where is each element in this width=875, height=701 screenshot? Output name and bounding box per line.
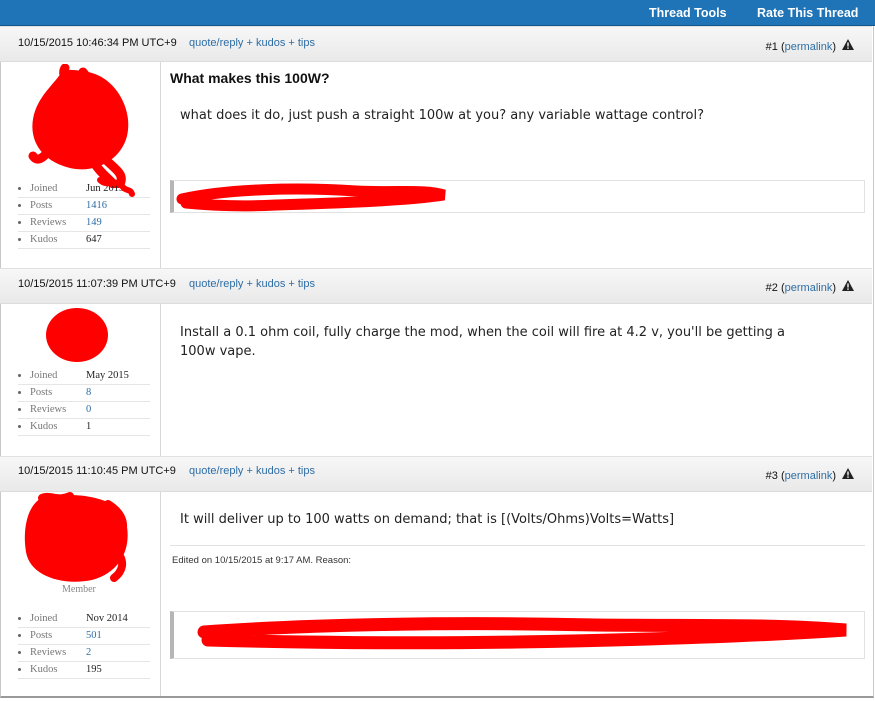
edited-note: Edited on 10/15/2015 at 9:17 AM. Reason: — [172, 555, 352, 566]
signature-box — [170, 180, 865, 213]
stat-label: Kudos — [30, 421, 58, 432]
stat-value-link[interactable]: 0 — [86, 404, 91, 415]
stat-label: Kudos — [30, 234, 58, 245]
permalink-link[interactable]: permalink — [785, 282, 833, 294]
stat-label: Reviews — [30, 217, 67, 228]
stat-value: Nov 2014 — [86, 613, 128, 624]
post-sidebar-divider — [160, 492, 161, 696]
stat-label: Joined — [30, 370, 58, 381]
stat-kudos: Kudos 1 — [18, 419, 150, 436]
rate-thread-button[interactable]: Rate This Thread — [757, 0, 858, 26]
stat-label: Posts — [30, 630, 53, 641]
stat-label: Joined — [30, 183, 58, 194]
report-warning-icon[interactable] — [842, 280, 854, 291]
report-warning-icon[interactable] — [842, 39, 854, 50]
user-stats: Joined Nov 2014 Posts 501 Reviews 2 Kudos 19… — [18, 611, 150, 679]
post-body: It will deliver up to 100 watts on deman… — [180, 512, 675, 527]
avatar[interactable] — [25, 64, 135, 188]
post-date: 10/15/2015 10:46:34 PM UTC+9 — [18, 37, 177, 49]
thread-toolbar: Thread Tools Rate This Thread — [0, 0, 875, 26]
post-sidebar-divider — [160, 304, 161, 456]
post-body: what does it do, just push a straight 10… — [180, 108, 704, 123]
post-body-line: Install a 0.1 ohm coil, fully charge the… — [180, 325, 786, 340]
stat-reviews: Reviews 0 — [18, 402, 150, 419]
post-sidebar-divider — [160, 62, 161, 268]
stat-label: Kudos — [30, 664, 58, 675]
permalink-link[interactable]: permalink — [785, 41, 833, 53]
stat-value-link[interactable]: 501 — [86, 630, 102, 641]
stat-value-link[interactable]: 1416 — [86, 200, 107, 211]
stat-joined: Joined May 2015 — [18, 368, 150, 385]
post-title: What makes this 100W? — [170, 70, 330, 86]
stat-reviews: Reviews 2 — [18, 645, 150, 662]
stat-label: Posts — [30, 200, 53, 211]
post-header: 10/15/2015 11:10:45 PM UTC+9 quote/reply… — [0, 456, 872, 492]
permalink-link[interactable]: permalink — [785, 470, 833, 482]
stat-kudos: Kudos 647 — [18, 232, 150, 249]
post-date: 10/15/2015 11:10:45 PM UTC+9 — [18, 465, 176, 477]
stat-value-link[interactable]: 149 — [86, 217, 102, 228]
stat-posts: Posts 8 — [18, 385, 150, 402]
edit-divider — [170, 545, 865, 546]
quote-reply-link[interactable]: quote/reply + kudos + tips — [189, 278, 315, 290]
post-number-text: #3 — [765, 470, 778, 482]
stat-value: May 2015 — [86, 370, 129, 381]
stat-label: Reviews — [30, 404, 67, 415]
quote-reply-link[interactable]: quote/reply + kudos + tips — [189, 465, 315, 477]
stat-posts: Posts 1416 — [18, 198, 150, 215]
post-number: #3 (permalink) — [765, 470, 836, 482]
stat-joined: Joined Nov 2014 — [18, 611, 150, 628]
stat-kudos: Kudos 195 — [18, 662, 150, 679]
post-header: 10/15/2015 10:46:34 PM UTC+9 quote/reply… — [0, 26, 872, 62]
stat-posts: Posts 501 — [18, 628, 150, 645]
stat-label: Reviews — [30, 647, 67, 658]
stat-joined: Joined Jun 2013 — [18, 181, 150, 198]
post-body: Install a 0.1 ohm coil, fully charge the… — [180, 323, 785, 361]
stat-value-link[interactable]: 8 — [86, 387, 91, 398]
user-stats: Joined May 2015 Posts 8 Reviews 0 Kudos 1 — [18, 368, 150, 436]
avatar[interactable] — [42, 304, 112, 366]
post-number-text: #2 — [765, 282, 778, 294]
post-date: 10/15/2015 11:07:39 PM UTC+9 — [18, 278, 176, 290]
thread-tools-button[interactable]: Thread Tools — [649, 0, 727, 26]
report-warning-icon[interactable] — [842, 468, 854, 479]
stat-value: 647 — [86, 234, 102, 245]
post-number: #1 (permalink) — [765, 41, 836, 53]
stat-value: 1 — [86, 421, 92, 432]
post-number: #2 (permalink) — [765, 282, 836, 294]
quote-reply-link[interactable]: quote/reply + kudos + tips — [189, 37, 315, 49]
post-body-line: 100w vape. — [180, 344, 256, 359]
post-number-text: #1 — [765, 41, 778, 53]
stat-value: 195 — [86, 664, 102, 675]
stat-value: Jun 2013 — [86, 183, 125, 194]
stat-label: Posts — [30, 387, 53, 398]
post-header: 10/15/2015 11:07:39 PM UTC+9 quote/reply… — [0, 268, 872, 304]
avatar[interactable] — [22, 492, 136, 586]
signature-box — [170, 611, 865, 659]
stat-reviews: Reviews 149 — [18, 215, 150, 232]
stat-value-link[interactable]: 2 — [86, 647, 91, 658]
stat-label: Joined — [30, 613, 58, 624]
user-stats: Joined Jun 2013 Posts 1416 Reviews 149 Kudo… — [18, 181, 150, 249]
